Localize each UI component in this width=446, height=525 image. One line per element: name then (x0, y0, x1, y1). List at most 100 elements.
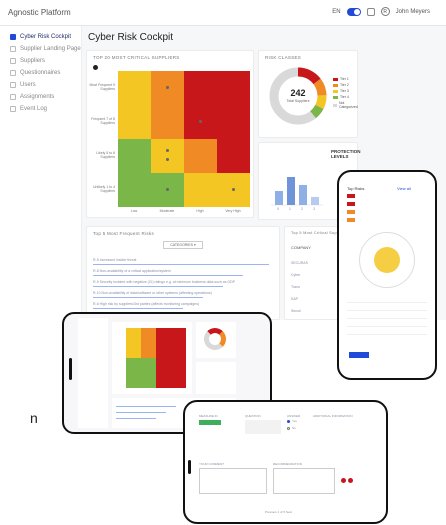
form-col-measure: MEASURE ID (199, 414, 218, 418)
assignments-icon (10, 94, 16, 100)
sidebar-item-assignments[interactable]: Assignments (10, 94, 54, 100)
critical-suppliers-heatmap-card: TOP 20 MOST CRITICAL SUPPLIERS Most Freq… (86, 50, 254, 218)
answer-no-radio[interactable] (287, 427, 290, 430)
legend-tier2: Tier 2 (333, 83, 349, 87)
supplier-dot[interactable] (199, 120, 202, 123)
supplier-dot[interactable] (232, 188, 235, 191)
comment-textarea[interactable] (199, 468, 267, 494)
event-log-icon (10, 106, 16, 112)
company-header: COMPANY (291, 245, 311, 250)
supplier-name[interactable]: Securi (291, 309, 301, 313)
tablet-heatmap (112, 322, 192, 394)
sidebar-item-suppliers[interactable]: Suppliers (10, 58, 45, 64)
sidebar: Cyber Risk Cockpit Supplier Landing Page… (0, 26, 82, 320)
protection-bar (275, 191, 283, 205)
risk-item[interactable]: R-9 Security incident with negative (CI)… (93, 280, 235, 284)
supplier-name[interactable]: SAP (291, 297, 298, 301)
heatmap-cell[interactable] (217, 173, 250, 207)
total-suppliers-label: Total Suppliers (286, 99, 310, 103)
sidebar-item-questionnaires[interactable]: Questionnaires (10, 70, 60, 76)
supplier-dot[interactable] (166, 188, 169, 191)
protection-xlabel: 0 (277, 207, 279, 211)
heatmap-cell[interactable] (151, 139, 184, 173)
info-icon[interactable] (93, 65, 98, 70)
answer-yes-label: Yes (292, 419, 297, 423)
sidebar-item-event-log[interactable]: Event Log (10, 106, 47, 112)
priority-high-chip[interactable] (341, 478, 346, 483)
phone-view-all-link[interactable]: View all (397, 186, 411, 191)
supplier-name[interactable]: Trans (291, 285, 300, 289)
sidebar-item-users[interactable]: Users (10, 82, 36, 88)
heatmap-cell[interactable] (217, 105, 250, 139)
heatmap-cell[interactable] (184, 173, 217, 207)
supplier-name[interactable]: SECURAS (291, 261, 308, 265)
phone-action-button[interactable] (349, 352, 369, 358)
answer-no-label: No (292, 426, 296, 430)
risk-classes-title: RISK CLASSES (265, 55, 302, 60)
heatmap-cell[interactable] (184, 105, 217, 139)
form-comment-label: YOUR COMMENT (199, 462, 224, 466)
side-text-fragment: n (30, 410, 38, 426)
questionnaire-icon (10, 70, 16, 76)
protection-bar (287, 177, 295, 205)
supplier-name[interactable]: Cyber (291, 273, 300, 277)
avatar[interactable]: R (380, 7, 390, 16)
recommendation-textarea[interactable] (273, 468, 335, 494)
heatmap-cell[interactable] (184, 139, 217, 173)
phone-radar-chart (359, 232, 415, 288)
top-bar: Agnostic Platform EN R John Meyers (0, 0, 446, 26)
top-bar-actions: EN R John Meyers (332, 7, 430, 16)
cockpit-icon (10, 34, 16, 40)
user-name[interactable]: John Meyers (396, 9, 430, 15)
frequent-risks-card: Top 5 Most Frequent Risks CATEGORIES ▾ R… (86, 226, 280, 320)
risk-item[interactable]: R-10 Non-availability of data/software o… (93, 291, 212, 295)
legend-tier4: Tier 4 (333, 95, 349, 99)
language-selector[interactable]: EN (332, 9, 340, 15)
tablet-bars (196, 362, 236, 394)
heatmap-cell[interactable] (118, 139, 151, 173)
mail-icon[interactable] (366, 7, 375, 16)
heatmap-cell[interactable] (118, 173, 151, 207)
heatmap-ylabel: Unlikely 1 to 4 Suppliers (93, 185, 115, 193)
protection-bar (299, 185, 307, 205)
measure-badge (199, 420, 221, 425)
frequent-risks-title: Top 5 Most Frequent Risks (93, 231, 155, 236)
risk-bar (93, 308, 183, 309)
supplier-dot[interactable] (166, 86, 169, 89)
categories-dropdown[interactable]: CATEGORIES ▾ (163, 241, 203, 249)
dark-mode-toggle[interactable] (346, 7, 361, 16)
heatmap-cell[interactable] (184, 71, 217, 105)
supplier-dot[interactable] (166, 158, 169, 161)
heatmap-cell[interactable] (217, 71, 250, 105)
answer-yes-radio[interactable] (287, 420, 290, 423)
heatmap-cell[interactable] (151, 173, 184, 207)
protection-levels-title: PROTECTION LEVELS (331, 149, 361, 159)
form-tablet-home-indicator (188, 460, 191, 474)
heatmap-cell[interactable] (217, 139, 250, 173)
form-col-question: QUESTION (245, 414, 261, 418)
heatmap-cell[interactable] (151, 105, 184, 139)
risk-bar (93, 264, 269, 265)
form-pagination[interactable]: Previous 1 of 5 Next (265, 510, 292, 514)
form-col-answer: ANSWER (287, 414, 301, 418)
heatmap-cell[interactable] (118, 105, 151, 139)
priority-high-chip[interactable] (348, 478, 353, 483)
risk-item[interactable]: R-5 Increased Insider threat (93, 258, 136, 262)
heatmap-cell[interactable] (151, 71, 184, 105)
users-icon (10, 82, 16, 88)
risk-classes-card: RISK CLASSES 242 Total Suppliers Tier 1 … (258, 50, 358, 138)
sidebar-item-cyber-risk-cockpit[interactable]: Cyber Risk Cockpit (10, 34, 71, 40)
risk-item[interactable]: R-6 High risk by suppliers/3rd parties (… (93, 302, 199, 306)
risk-bar (93, 275, 243, 276)
form-tablet-mockup: MEASURE ID QUESTION ANSWER ADDITIONAL IN… (183, 400, 388, 524)
heatmap-cell[interactable] (118, 71, 151, 105)
phone-risk-label: Top Risks (347, 186, 365, 191)
supplier-dot[interactable] (166, 149, 169, 152)
sidebar-item-supplier-landing[interactable]: Supplier Landing Page (10, 46, 81, 52)
tablet-donut (196, 322, 236, 358)
protection-bar-chart (271, 177, 323, 206)
protection-xlabel: 3 (313, 207, 315, 211)
legend-uncategorized: Not Categorized (333, 101, 359, 109)
heatmap-title: TOP 20 MOST CRITICAL SUPPLIERS (93, 55, 180, 60)
risk-item[interactable]: R-8 Non-availability of a critical appli… (93, 269, 171, 273)
